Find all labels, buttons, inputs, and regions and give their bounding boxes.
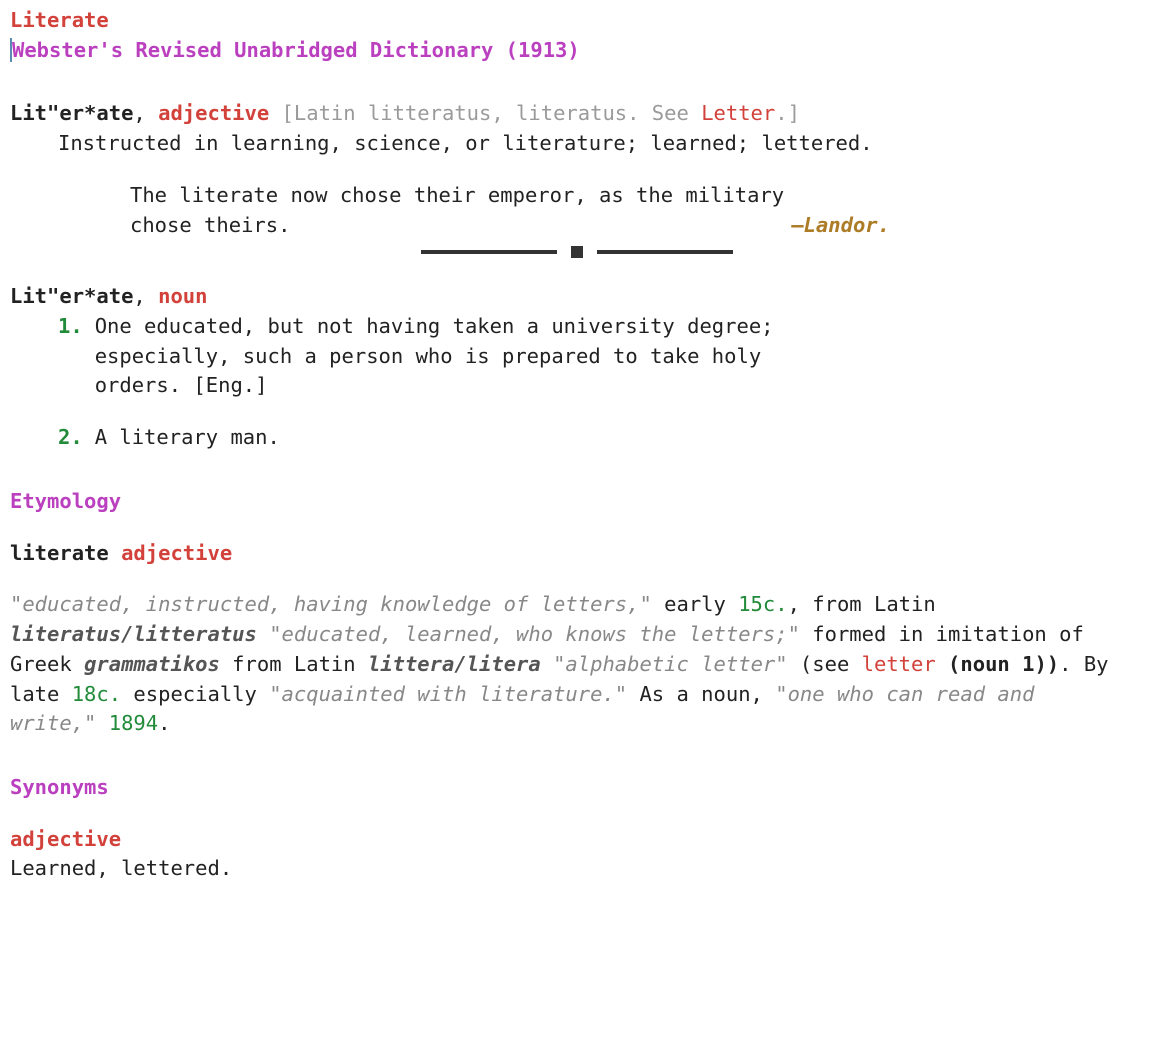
synonyms-pos: adjective bbox=[10, 825, 1143, 855]
ety-text: , from Latin bbox=[788, 592, 936, 616]
synonyms-text: Learned, lettered. bbox=[10, 854, 1143, 884]
sense-1: 1. One educated, but not having taken a … bbox=[10, 312, 1143, 401]
headword: Lit"er*ate bbox=[10, 284, 133, 308]
slash: / bbox=[454, 652, 466, 676]
ety-latin: litteratus bbox=[133, 622, 256, 646]
etymology-paragraph: "educated, instructed, having knowledge … bbox=[10, 590, 1110, 739]
sense-text: One educated, but not having taken a uni… bbox=[95, 312, 855, 401]
divider-bar-left bbox=[421, 250, 557, 254]
etym-link-letter[interactable]: Letter bbox=[701, 101, 775, 125]
comma: , bbox=[133, 101, 158, 125]
quote-attribution: —Landor. bbox=[791, 211, 890, 241]
quote-line-1: The literate now chose their emperor, as… bbox=[130, 181, 890, 211]
headword-line: Lit"er*ate, adjective [Latin litteratus,… bbox=[10, 99, 1143, 129]
ety-text: especially bbox=[121, 682, 269, 706]
entry-title: Literate bbox=[10, 6, 1143, 36]
ety-gloss: "alphabetic letter" bbox=[553, 652, 788, 676]
definition-text: Instructed in learning, science, or lite… bbox=[10, 129, 1143, 159]
ety-latin: litera bbox=[467, 652, 541, 676]
part-of-speech: adjective bbox=[158, 101, 269, 125]
divider bbox=[10, 246, 1143, 258]
sense-2: 2. A literary man. bbox=[10, 423, 1143, 453]
comma: , bbox=[133, 284, 158, 308]
source-name: Webster's Revised Unabridged Dictionary … bbox=[12, 38, 580, 62]
source-line: Webster's Revised Unabridged Dictionary … bbox=[10, 36, 1143, 66]
etymology-pos: adjective bbox=[121, 541, 232, 565]
divider-square bbox=[571, 246, 583, 258]
sp bbox=[541, 652, 553, 676]
ety-greek: grammatikos bbox=[84, 652, 220, 676]
ety-text: . bbox=[158, 711, 170, 735]
etym-close: .] bbox=[775, 101, 800, 125]
ety-date: 18c. bbox=[72, 682, 121, 706]
ety-gloss: "acquainted with literature." bbox=[269, 682, 627, 706]
headword-line: Lit"er*ate, noun bbox=[10, 282, 1143, 312]
ety-text: (see bbox=[788, 652, 862, 676]
ety-latin: littera bbox=[368, 652, 454, 676]
ety-latin: literatus bbox=[10, 622, 121, 646]
ety-text: As a noun, bbox=[627, 682, 775, 706]
slash: / bbox=[121, 622, 133, 646]
ety-text: early bbox=[652, 592, 738, 616]
section-heading-etymology: Etymology bbox=[10, 487, 1143, 517]
headword: Lit"er*ate bbox=[10, 101, 133, 125]
section-heading-synonyms: Synonyms bbox=[10, 773, 1143, 803]
part-of-speech: noun bbox=[158, 284, 207, 308]
sp bbox=[257, 622, 269, 646]
entry-noun: Lit"er*ate, noun 1. One educated, but no… bbox=[10, 282, 1143, 453]
entry-adjective: Lit"er*ate, adjective [Latin litteratus,… bbox=[10, 99, 1143, 258]
ety-date: 1894 bbox=[109, 711, 158, 735]
ety-gloss: "educated, learned, who knows the letter… bbox=[269, 622, 800, 646]
sense-number: 1. bbox=[58, 312, 83, 401]
ety-date: 15c. bbox=[738, 592, 787, 616]
etymology-headword-line: literate adjective bbox=[10, 539, 1143, 569]
ety-text-bold: (noun 1)) bbox=[936, 652, 1059, 676]
ety-gloss: "educated, instructed, having knowledge … bbox=[10, 592, 652, 616]
sense-text: A literary man. bbox=[95, 423, 280, 453]
quotation-block: The literate now chose their emperor, as… bbox=[10, 181, 890, 240]
etymology-link-letter[interactable]: letter bbox=[862, 652, 936, 676]
sp bbox=[96, 711, 108, 735]
quote-line-2: chose theirs. bbox=[130, 211, 290, 241]
etymology-word: literate bbox=[10, 541, 109, 565]
divider-bar-right bbox=[597, 250, 733, 254]
sense-number: 2. bbox=[58, 423, 83, 453]
etym-text: Latin litteratus, literatus. See bbox=[294, 101, 701, 125]
ety-text: from Latin bbox=[220, 652, 368, 676]
etym-open: [ bbox=[269, 101, 294, 125]
